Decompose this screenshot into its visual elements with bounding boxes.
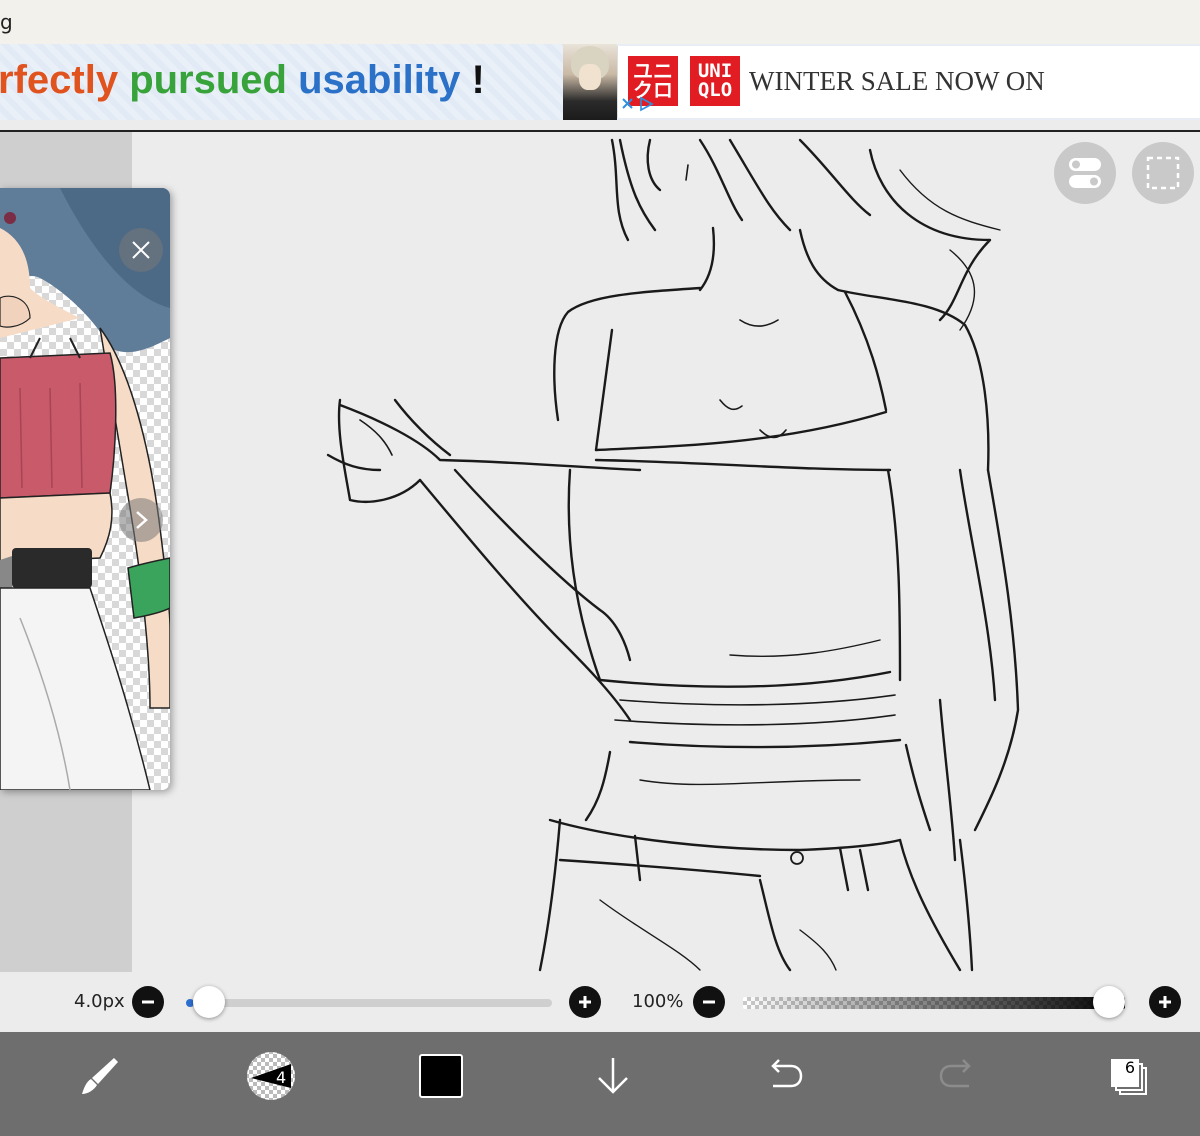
slider-row: 4.0px 100% <box>0 972 1200 1032</box>
slogan-word-1: rfectly <box>0 58 119 102</box>
brush-size-label: 4.0px <box>74 991 125 1012</box>
brush-icon[interactable] <box>70 1046 130 1106</box>
brush-size-increase-button[interactable] <box>569 986 601 1018</box>
uniqlo-logo-latin: UNI QLO <box>690 56 740 106</box>
reference-window[interactable] <box>0 188 170 790</box>
opacity-increase-button[interactable] <box>1149 986 1181 1018</box>
layer-count: 6 <box>1124 1058 1136 1077</box>
brush-size-slider[interactable] <box>186 999 552 1007</box>
close-icon[interactable] <box>119 228 163 272</box>
brush-number-badge: 4 <box>276 1068 287 1087</box>
redo-icon[interactable] <box>927 1046 987 1106</box>
brush-size-decrease-button[interactable] <box>132 986 164 1018</box>
ad-banner[interactable]: rfectly pursued usability ! ユニクロ UNI QLO… <box>0 44 1200 120</box>
slogan-word-2: pursued <box>129 58 287 102</box>
slogan-word-4: ! <box>471 58 485 102</box>
opacity-slider[interactable] <box>743 997 1125 1009</box>
ad-close-icon[interactable] <box>621 96 655 117</box>
ad-right-panel[interactable]: ユニクロ UNI QLO WINTER SALE NOW ON <box>617 46 1200 118</box>
bottom-toolbar <box>0 1032 1200 1136</box>
slogan-word-3: usability <box>298 58 461 102</box>
undo-icon[interactable] <box>755 1046 815 1106</box>
toggle-icon[interactable] <box>1054 142 1116 204</box>
drawing-canvas[interactable] <box>132 132 1200 972</box>
opacity-decrease-button[interactable] <box>693 986 725 1018</box>
brush-size-thumb[interactable] <box>192 986 225 1018</box>
arrow-down-icon[interactable] <box>583 1046 643 1106</box>
ad-slogan: rfectly pursued usability ! <box>0 58 485 103</box>
color-swatch <box>419 1054 463 1098</box>
ad-left-panel[interactable]: rfectly pursued usability ! <box>0 44 616 120</box>
sketch-drawing <box>326 138 1020 972</box>
selection-icon[interactable] <box>1132 142 1194 204</box>
chevron-right-icon[interactable] <box>119 498 163 542</box>
opacity-label: 100% <box>632 991 684 1012</box>
reference-image <box>0 188 170 790</box>
ad-headline: WINTER SALE NOW ON <box>749 66 1045 96</box>
ad-model-image <box>563 44 617 120</box>
color-button[interactable] <box>411 1046 471 1106</box>
opacity-thumb[interactable] <box>1093 986 1125 1018</box>
brush-settings-button[interactable] <box>241 1046 301 1106</box>
top-bar-text: g <box>0 10 13 34</box>
browser-top-bar: g <box>0 0 1200 44</box>
